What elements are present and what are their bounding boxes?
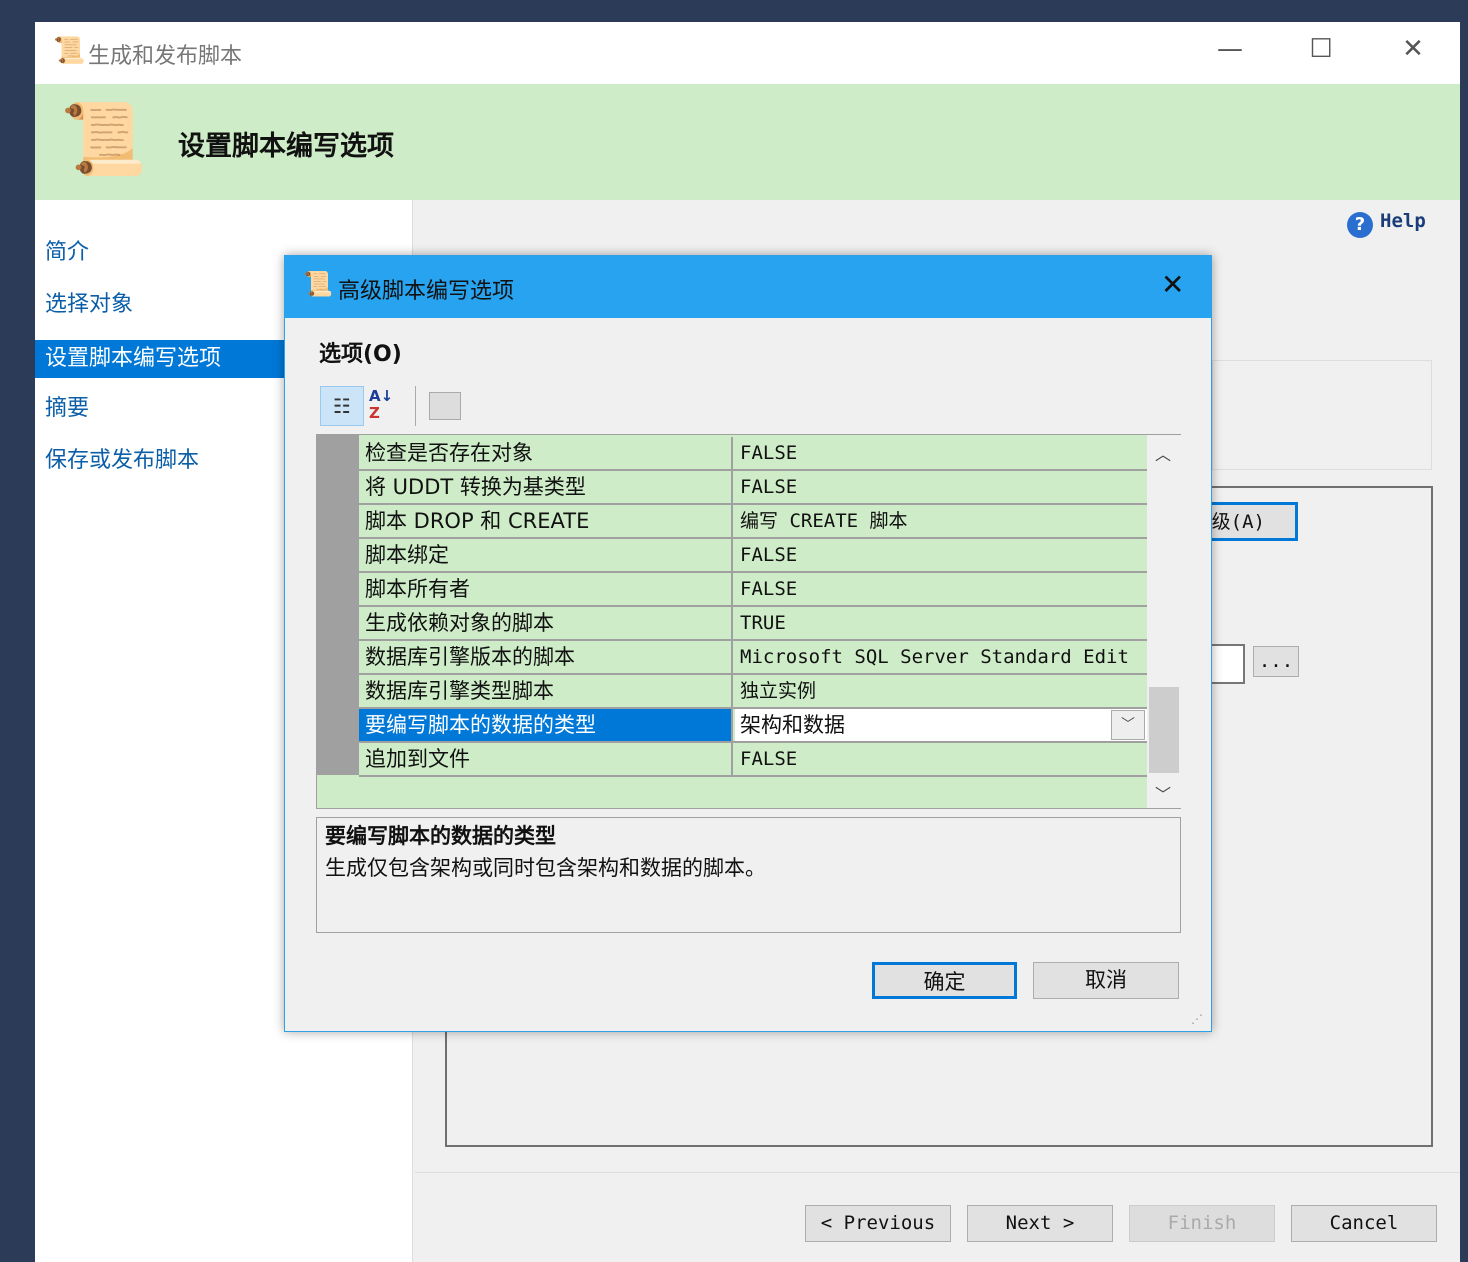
property-value[interactable]: 独立实例 — [735, 675, 1147, 707]
property-value[interactable]: FALSE — [735, 573, 1147, 605]
description-title: 要编写脚本的数据的类型 — [325, 824, 556, 848]
property-row[interactable]: 追加到文件 FALSE — [359, 743, 1147, 777]
property-row[interactable]: 数据库引擎类型脚本 独立实例 — [359, 675, 1147, 709]
property-name[interactable]: 将 UDDT 转换为基类型 — [359, 471, 733, 503]
property-name[interactable]: 脚本绑定 — [359, 539, 733, 571]
property-value[interactable]: Microsoft SQL Server Standard Edit — [735, 641, 1147, 673]
categorized-icon: ☷ — [333, 394, 351, 418]
page-title: 设置脚本编写选项 — [178, 131, 394, 162]
property-name[interactable]: 数据库引擎版本的脚本 — [359, 641, 733, 673]
property-name[interactable]: 脚本 DROP 和 CREATE — [359, 505, 733, 537]
page-header: 📜 设置脚本编写选项 — [35, 84, 1460, 200]
dialog-close-button[interactable]: ✕ — [1161, 268, 1184, 301]
scrollbar-thumb[interactable] — [1149, 687, 1179, 773]
window-title: 生成和发布脚本 — [88, 44, 243, 69]
script-icon: 📜 — [53, 36, 86, 66]
property-name[interactable]: 生成依赖对象的脚本 — [359, 607, 733, 639]
previous-button[interactable]: < Previous — [805, 1205, 951, 1242]
property-name[interactable]: 脚本所有者 — [359, 573, 733, 605]
property-row[interactable]: 脚本所有者 FALSE — [359, 573, 1147, 607]
help-link[interactable]: Help — [1380, 210, 1426, 232]
scroll-down-icon[interactable]: ﹀ — [1155, 781, 1171, 805]
next-button[interactable]: Next > — [967, 1205, 1113, 1242]
dialog-title: 高级脚本编写选项 — [338, 279, 515, 304]
property-name[interactable]: 数据库引擎类型脚本 — [359, 675, 733, 707]
categorized-view-button[interactable]: ☷ — [320, 386, 364, 426]
property-value[interactable]: FALSE — [735, 743, 1147, 775]
property-value[interactable]: FALSE — [735, 471, 1147, 503]
vertical-scrollbar[interactable]: ︿ ﹀ — [1147, 435, 1181, 808]
property-row[interactable]: 将 UDDT 转换为基类型 FALSE — [359, 471, 1147, 505]
property-value[interactable]: 架构和数据 — [735, 709, 1147, 741]
property-row[interactable]: 检查是否存在对象 FALSE — [359, 437, 1147, 471]
sort-az-icon: A↓ Z — [369, 387, 394, 422]
group-box — [1212, 360, 1432, 470]
dialog-title-bar: 📜 高级脚本编写选项 ✕ — [285, 256, 1211, 318]
cancel-button[interactable]: Cancel — [1291, 1205, 1437, 1242]
footer-divider — [415, 1172, 1460, 1173]
title-bar: 📜 生成和发布脚本 — ☐ ✕ — [35, 22, 1460, 84]
property-name[interactable]: 要编写脚本的数据的类型 — [359, 709, 733, 741]
property-name[interactable]: 追加到文件 — [359, 743, 733, 775]
description-panel: 要编写脚本的数据的类型 生成仅包含架构或同时包含架构和数据的脚本。 — [316, 817, 1181, 933]
property-name[interactable]: 检查是否存在对象 — [359, 437, 733, 469]
description-text: 生成仅包含架构或同时包含架构和数据的脚本。 — [325, 856, 766, 880]
property-value[interactable]: FALSE — [735, 437, 1147, 469]
property-value[interactable]: TRUE — [735, 607, 1147, 639]
property-row[interactable]: 脚本绑定 FALSE — [359, 539, 1147, 573]
help-icon[interactable]: ? — [1347, 212, 1373, 238]
close-button[interactable]: ✕ — [1393, 34, 1433, 64]
toolbar-separator — [415, 386, 416, 426]
scroll-icon: 📜 — [60, 98, 148, 180]
minimize-button[interactable]: — — [1210, 34, 1250, 64]
property-row[interactable]: 要编写脚本的数据的类型 架构和数据 ﹀ — [359, 709, 1147, 743]
property-grid: 检查是否存在对象 FALSE 将 UDDT 转换为基类型 FALSE 脚本 DROP 和… — [316, 434, 1181, 809]
resize-grip-icon[interactable]: ⋰ — [1191, 1012, 1203, 1026]
grid-gutter — [317, 435, 359, 775]
ok-button[interactable]: 确定 — [872, 962, 1017, 999]
property-value[interactable]: FALSE — [735, 539, 1147, 571]
script-icon: 📜 — [303, 270, 333, 298]
property-pages-icon — [429, 392, 461, 420]
property-row[interactable]: 脚本 DROP 和 CREATE 编写 CREATE 脚本 — [359, 505, 1147, 539]
scroll-up-icon[interactable]: ︿ — [1155, 441, 1171, 465]
advanced-options-dialog: 📜 高级脚本编写选项 ✕ 选项(O) ☷ A↓ Z 检查是否存在对象 FALSE 将 … — [284, 255, 1212, 1032]
dropdown-chevron-icon[interactable]: ﹀ — [1111, 710, 1145, 740]
dialog-cancel-button[interactable]: 取消 — [1033, 962, 1179, 999]
finish-button: Finish — [1129, 1205, 1275, 1242]
options-label: 选项(O) — [319, 342, 402, 367]
maximize-button[interactable]: ☐ — [1301, 34, 1341, 64]
alphabetical-sort-button[interactable]: A↓ Z — [369, 388, 405, 426]
property-row[interactable]: 数据库引擎版本的脚本 Microsoft SQL Server Standard … — [359, 641, 1147, 675]
browse-button[interactable]: ... — [1253, 646, 1299, 677]
property-value[interactable]: 编写 CREATE 脚本 — [735, 505, 1147, 537]
property-row[interactable]: 生成依赖对象的脚本 TRUE — [359, 607, 1147, 641]
